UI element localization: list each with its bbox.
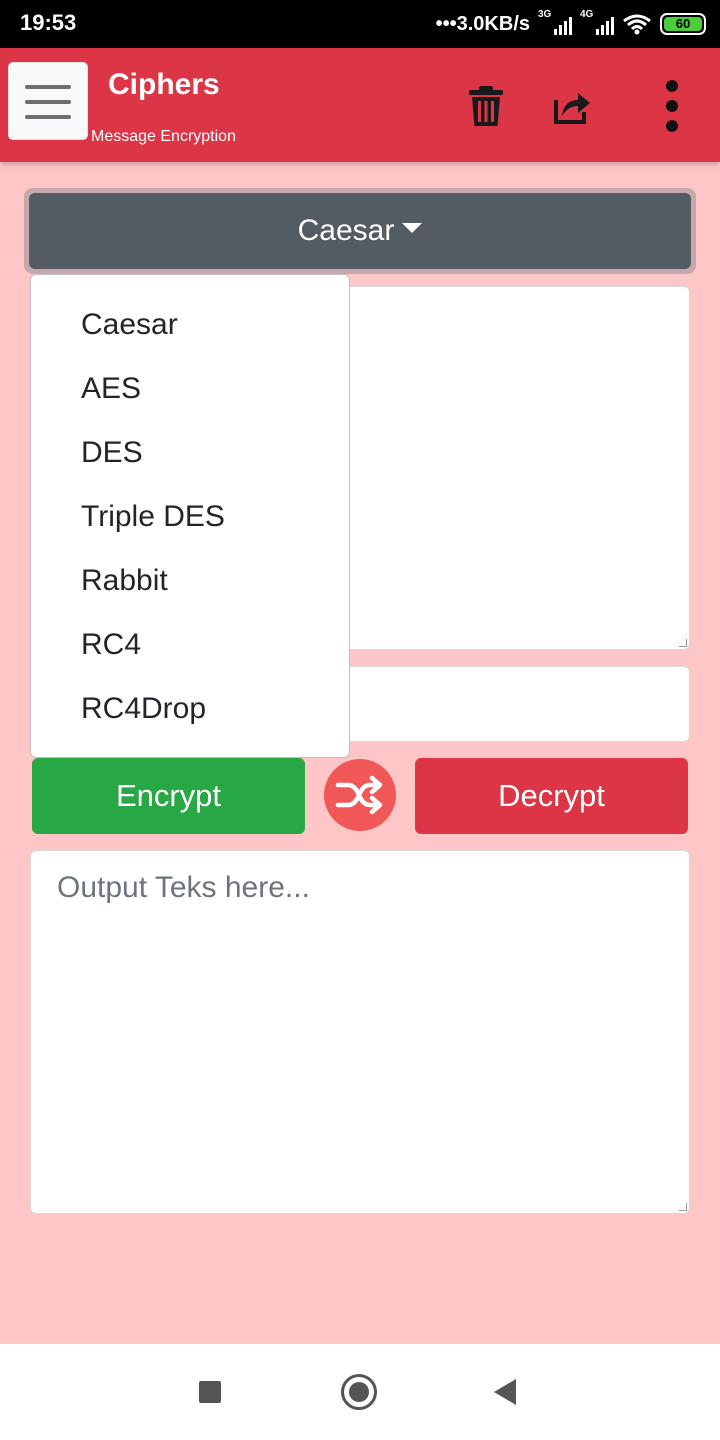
cipher-select-button[interactable]: Caesar — [29, 193, 691, 269]
trash-icon[interactable] — [466, 84, 506, 128]
share-icon[interactable] — [552, 84, 592, 128]
menu-icon — [25, 85, 71, 89]
back-triangle-icon[interactable] — [494, 1379, 516, 1405]
wifi-icon — [623, 14, 651, 35]
sim1-type: 3G — [538, 9, 552, 20]
cipher-dropdown-menu: Caesar AES DES Triple DES Rabbit RC4 RC4… — [30, 274, 350, 758]
network-speed: •••3.0KB/s — [435, 12, 530, 35]
system-nav-bar — [0, 1344, 720, 1440]
recents-square-icon[interactable] — [199, 1381, 221, 1403]
app-subtitle: Message Encryption — [91, 128, 236, 145]
dropdown-item-triple-des[interactable]: Triple DES — [31, 485, 349, 549]
app-header: Ciphers Message Encryption — [0, 48, 720, 162]
resize-grip-icon[interactable] — [679, 639, 687, 647]
decrypt-button[interactable]: Decrypt — [415, 758, 688, 834]
menu-button[interactable] — [8, 62, 88, 140]
battery-icon: 60 — [660, 13, 706, 35]
dropdown-item-caesar[interactable]: Caesar — [31, 293, 349, 357]
encrypt-button[interactable]: Encrypt — [32, 758, 305, 834]
swap-button[interactable] — [324, 759, 396, 831]
dropdown-item-aes[interactable]: AES — [31, 357, 349, 421]
status-indicators: •••3.0KB/s 3G 4G 60 — [436, 8, 706, 40]
output-placeholder: Output Teks here... — [57, 871, 310, 904]
home-circle-icon[interactable] — [341, 1374, 377, 1410]
more-vertical-icon[interactable] — [660, 80, 684, 132]
sim1-signal-icon: 3G — [538, 9, 572, 35]
status-time: 19:53 — [20, 10, 77, 35]
resize-grip-icon[interactable] — [679, 1203, 687, 1211]
dropdown-item-des[interactable]: DES — [31, 421, 349, 485]
output-textarea[interactable]: Output Teks here... — [30, 850, 690, 1214]
dropdown-item-rc4[interactable]: RC4 — [31, 613, 349, 677]
app-title: Ciphers — [108, 68, 220, 101]
battery-level: 60 — [664, 17, 702, 31]
sim2-signal-icon: 4G — [580, 9, 614, 35]
sim2-type: 4G — [580, 9, 594, 20]
caret-down-icon — [402, 223, 423, 233]
status-bar: 19:53 •••3.0KB/s 3G 4G 60 — [0, 0, 720, 48]
dropdown-item-rc4drop[interactable]: RC4Drop — [31, 677, 349, 741]
cipher-select-wrapper: Caesar — [24, 188, 696, 274]
dropdown-item-rabbit[interactable]: Rabbit — [31, 549, 349, 613]
cipher-select-label: Caesar — [297, 214, 395, 247]
shuffle-icon — [335, 775, 383, 815]
